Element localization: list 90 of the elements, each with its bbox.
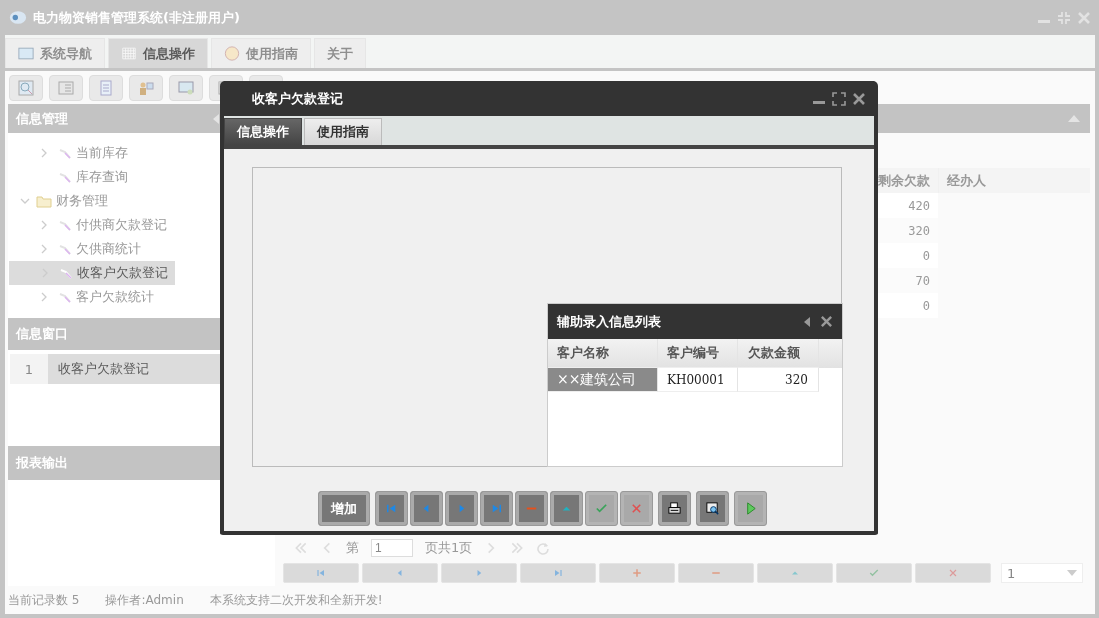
toolbar-button[interactable] (129, 74, 163, 101)
chevron-right-icon[interactable] (40, 244, 48, 254)
up-triangle-button[interactable] (550, 491, 583, 526)
chevron-right-icon[interactable] (40, 220, 48, 230)
first-page-button[interactable] (375, 491, 408, 526)
search-icon (17, 78, 35, 97)
first-page-icon[interactable] (294, 541, 308, 555)
column-header: 欠款金额 (738, 339, 819, 368)
close-icon[interactable] (852, 91, 866, 106)
refresh-icon[interactable] (536, 541, 551, 555)
next-button[interactable] (445, 491, 478, 526)
monitor-icon (177, 78, 195, 97)
printer-icon (667, 501, 682, 516)
main-tab[interactable]: 使用指南 (211, 38, 311, 68)
wand-icon (58, 146, 72, 160)
table-cell: 420 (878, 193, 938, 218)
close-icon[interactable] (820, 315, 833, 328)
tree-item[interactable]: 客户欠款统计 (8, 285, 174, 309)
dropdown-caret-icon (1067, 570, 1077, 576)
panel-title: 信息窗口 (16, 325, 68, 343)
close-icon (629, 501, 644, 516)
chevron-right-icon[interactable] (40, 292, 48, 302)
tree-folder[interactable]: 财务管理 (8, 189, 175, 213)
toolbar-button[interactable] (9, 74, 43, 101)
preview-button[interactable] (696, 491, 729, 526)
main-tab[interactable]: 系统导航 (5, 38, 105, 68)
column-header: 经办人 (938, 168, 1005, 193)
list-icon (57, 78, 75, 97)
check-icon (868, 567, 880, 579)
preview-icon (705, 501, 720, 516)
monitor-icon (18, 46, 34, 61)
window-title: 电力物资销售管理系统(非注册用户) (33, 8, 240, 27)
dialog-tab[interactable]: 使用指南 (304, 118, 382, 145)
tree-item[interactable]: 当前库存 (8, 141, 174, 165)
add-button[interactable]: 增加 (318, 491, 370, 526)
logo-icon (9, 10, 27, 25)
toolbar-button[interactable] (49, 74, 83, 101)
table-cell[interactable]: KH00001 (658, 368, 738, 392)
tree-item[interactable]: 库存查询 (8, 165, 174, 189)
first-page-icon (315, 567, 327, 579)
tree-item[interactable]: 欠供商统计 (8, 237, 174, 261)
last-page-icon (552, 567, 564, 579)
toolbar-button[interactable] (89, 74, 123, 101)
toolbar-button[interactable] (169, 74, 203, 101)
wand-icon (58, 170, 72, 184)
last-page-button[interactable] (480, 491, 513, 526)
tree-item[interactable]: 收客户欠款登记 (9, 261, 175, 285)
table-cell[interactable]: ××建筑公司 (548, 368, 658, 392)
plus-button[interactable] (599, 563, 675, 583)
status-text: 本系统支持二次开发和全新开发! (209, 591, 383, 609)
status-text: 操作者:Admin (105, 591, 184, 609)
row-number: 1 (10, 354, 48, 384)
column-header: 客户编号 (658, 339, 738, 368)
collapse-icon[interactable] (804, 316, 810, 327)
last-page-icon[interactable] (510, 541, 525, 555)
main-tab[interactable]: 信息操作 (108, 38, 208, 68)
close-icon (947, 567, 959, 579)
dialog-title: 收客户欠款登记 (252, 89, 343, 108)
page-label: 第 (346, 539, 359, 557)
wand-icon (58, 242, 72, 256)
document-icon (97, 78, 115, 97)
restore-icon[interactable] (1057, 10, 1071, 25)
table-cell: 0 (878, 243, 938, 268)
printer-button[interactable] (658, 491, 691, 526)
table-cell[interactable]: 320 (738, 368, 819, 392)
table-cell: 0 (878, 293, 938, 318)
wand-icon (58, 218, 72, 232)
panel-title: 信息管理 (16, 109, 68, 128)
plus-icon (631, 567, 643, 579)
panel-title: 报表输出 (16, 454, 68, 472)
chevron-right-icon[interactable] (40, 148, 48, 158)
grid-icon (121, 46, 137, 61)
folder-icon (36, 194, 52, 208)
page-input[interactable]: 1 (371, 539, 413, 557)
status-text: 当前记录数 5 (8, 591, 80, 609)
wand-icon (59, 266, 73, 280)
page-size-select[interactable]: 1 (1001, 563, 1083, 583)
popup-title: 辅助录入信息列表 (557, 312, 661, 331)
main-tab[interactable]: 关于 (314, 38, 366, 68)
wand-icon (58, 290, 72, 304)
previous-button[interactable] (410, 491, 443, 526)
minus-button[interactable] (515, 491, 548, 526)
dialog-tab[interactable]: 信息操作 (224, 118, 302, 145)
chevron-down-icon[interactable] (20, 197, 30, 205)
help-icon (224, 46, 240, 61)
collapse-up-icon[interactable] (1068, 115, 1080, 122)
maximize-icon[interactable] (832, 91, 846, 106)
page-total: 页共1页 (425, 539, 473, 557)
tree-item[interactable]: 付供商欠款登记 (8, 213, 174, 237)
column-header: 剩余欠款 (878, 171, 931, 190)
